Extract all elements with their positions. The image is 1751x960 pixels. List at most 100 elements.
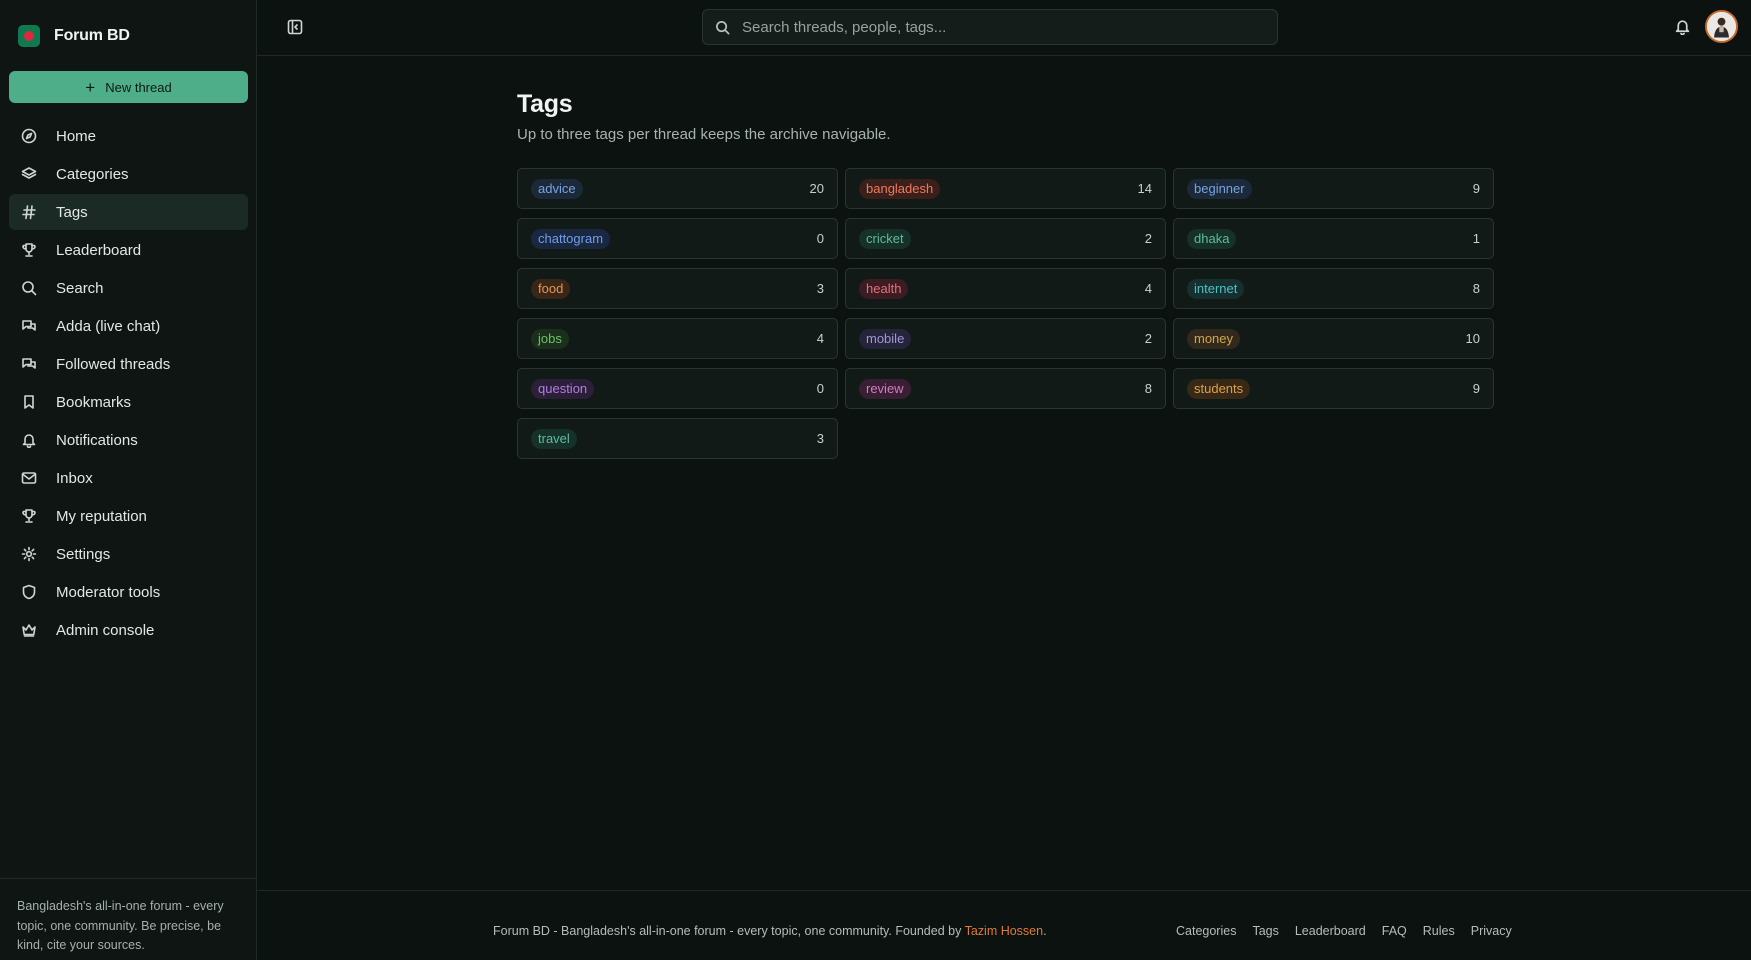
crown-icon [21, 622, 37, 638]
trophy-icon [21, 242, 37, 258]
tag-name: chattogram [531, 228, 611, 249]
tag-card-chattogram[interactable]: chattogram 0 [517, 218, 838, 259]
sidebar-toggle-icon[interactable] [287, 19, 303, 35]
sidebar-item-moderator-tools[interactable]: Moderator tools [9, 574, 248, 610]
footer-link-leaderboard[interactable]: Leaderboard [1295, 924, 1366, 938]
footer-link-faq[interactable]: FAQ [1382, 924, 1407, 938]
chat-icon [21, 318, 37, 334]
sidebar-item-label: Settings [56, 545, 111, 563]
footer-description: Forum BD - Bangladesh's all-in-one forum… [493, 924, 965, 938]
footer-link-privacy[interactable]: Privacy [1471, 924, 1512, 938]
sidebar: Forum BD + New thread Home Categories Tags… [0, 0, 257, 960]
search-bar[interactable] [702, 9, 1278, 45]
tag-name: students [1187, 378, 1251, 399]
tag-count: 0 [816, 231, 824, 246]
sidebar-item-label: Categories [56, 165, 129, 183]
search-icon [21, 280, 37, 296]
sidebar-item-label: Adda (live chat) [56, 317, 161, 335]
tag-count: 9 [1472, 181, 1480, 196]
avatar[interactable] [1705, 10, 1738, 43]
footer-link-rules[interactable]: Rules [1423, 924, 1455, 938]
tag-name: jobs [531, 328, 569, 349]
sidebar-item-label: My reputation [56, 507, 147, 525]
sidebar-item-label: Admin console [56, 621, 155, 639]
tag-count: 4 [816, 331, 824, 346]
sidebar-item-inbox[interactable]: Inbox [9, 460, 248, 496]
sidebar-item-tags[interactable]: Tags [9, 194, 248, 230]
mail-icon [21, 470, 37, 486]
sidebar-item-label: Moderator tools [56, 583, 161, 601]
tag-card-food[interactable]: food 3 [517, 268, 838, 309]
tag-name: mobile [859, 328, 912, 349]
chat-icon [21, 356, 37, 372]
tag-card-health[interactable]: health 4 [845, 268, 1166, 309]
search-icon [716, 20, 730, 34]
footer-link-categories[interactable]: Categories [1176, 924, 1236, 938]
compass-icon [21, 128, 37, 144]
tag-card-money[interactable]: money 10 [1173, 318, 1494, 359]
sidebar-item-label: Search [56, 279, 104, 297]
tag-card-review[interactable]: review 8 [845, 368, 1166, 409]
tag-name: dhaka [1187, 228, 1237, 249]
hash-icon [21, 204, 37, 220]
layers-icon [21, 166, 37, 182]
sidebar-item-label: Followed threads [56, 355, 171, 373]
tag-card-cricket[interactable]: cricket 2 [845, 218, 1166, 259]
sidebar-item-label: Notifications [56, 431, 138, 449]
new-thread-button[interactable]: + New thread [9, 71, 248, 103]
tag-count: 10 [1465, 331, 1480, 346]
sidebar-item-leaderboard[interactable]: Leaderboard [9, 232, 248, 268]
tag-card-internet[interactable]: internet 8 [1173, 268, 1494, 309]
footer-text: Forum BD - Bangladesh's all-in-one forum… [493, 924, 1047, 938]
tag-card-advice[interactable]: advice 20 [517, 168, 838, 209]
search-input[interactable] [742, 18, 1262, 36]
tag-count: 8 [1144, 381, 1152, 396]
sidebar-item-my-reputation[interactable]: My reputation [9, 498, 248, 534]
sidebar-item-label: Inbox [56, 469, 93, 487]
tag-card-students[interactable]: students 9 [1173, 368, 1494, 409]
sidebar-item-adda-live-chat[interactable]: Adda (live chat) [9, 308, 248, 344]
sidebar-item-admin-console[interactable]: Admin console [9, 612, 248, 648]
sidebar-item-search[interactable]: Search [9, 270, 248, 306]
sidebar-item-label: Home [56, 127, 97, 145]
tag-card-beginner[interactable]: beginner 9 [1173, 168, 1494, 209]
tag-name: food [531, 278, 571, 299]
sidebar-item-followed-threads[interactable]: Followed threads [9, 346, 248, 382]
new-thread-label: New thread [105, 79, 172, 95]
topbar [257, 0, 1751, 56]
shield-icon [21, 584, 37, 600]
tag-count: 1 [1472, 231, 1480, 246]
footer-links: Categories Tags Leaderboard FAQ Rules Privacy [1176, 924, 1528, 938]
tag-card-jobs[interactable]: jobs 4 [517, 318, 838, 359]
tag-count: 9 [1472, 381, 1480, 396]
tag-card-mobile[interactable]: mobile 2 [845, 318, 1166, 359]
sidebar-footer-text: Bangladesh's all-in-one forum - every to… [0, 878, 257, 956]
tag-name: travel [531, 428, 577, 449]
founder-link[interactable]: Tazim Hossen [965, 924, 1044, 938]
sidebar-item-settings[interactable]: Settings [9, 536, 248, 572]
tag-card-dhaka[interactable]: dhaka 1 [1173, 218, 1494, 259]
sidebar-item-bookmarks[interactable]: Bookmarks [9, 384, 248, 420]
notifications-bell-icon[interactable] [1674, 18, 1691, 36]
footer-link-tags[interactable]: Tags [1252, 924, 1278, 938]
tag-name: health [859, 278, 909, 299]
sidebar-item-categories[interactable]: Categories [9, 156, 248, 192]
bookmark-icon [21, 394, 37, 410]
tag-count: 4 [1144, 281, 1152, 296]
sidebar-item-home[interactable]: Home [9, 118, 248, 154]
tag-card-question[interactable]: question 0 [517, 368, 838, 409]
plus-icon: + [85, 77, 96, 97]
brand[interactable]: Forum BD [18, 24, 130, 48]
tag-count: 14 [1137, 181, 1152, 196]
bell-icon [21, 432, 37, 448]
tag-name: advice [531, 178, 583, 199]
page-footer: Forum BD - Bangladesh's all-in-one forum… [257, 890, 1751, 960]
tag-name: money [1187, 328, 1241, 349]
page-subtitle: Up to three tags per thread keeps the ar… [517, 126, 891, 143]
tag-count: 2 [1144, 331, 1152, 346]
tag-card-bangladesh[interactable]: bangladesh 14 [845, 168, 1166, 209]
tag-card-travel[interactable]: travel 3 [517, 418, 838, 459]
sidebar-item-notifications[interactable]: Notifications [9, 422, 248, 458]
tag-grid: advice 20 bangladesh 14 beginner 9 chattogram 0… [517, 168, 1494, 459]
tag-count: 2 [1144, 231, 1152, 246]
